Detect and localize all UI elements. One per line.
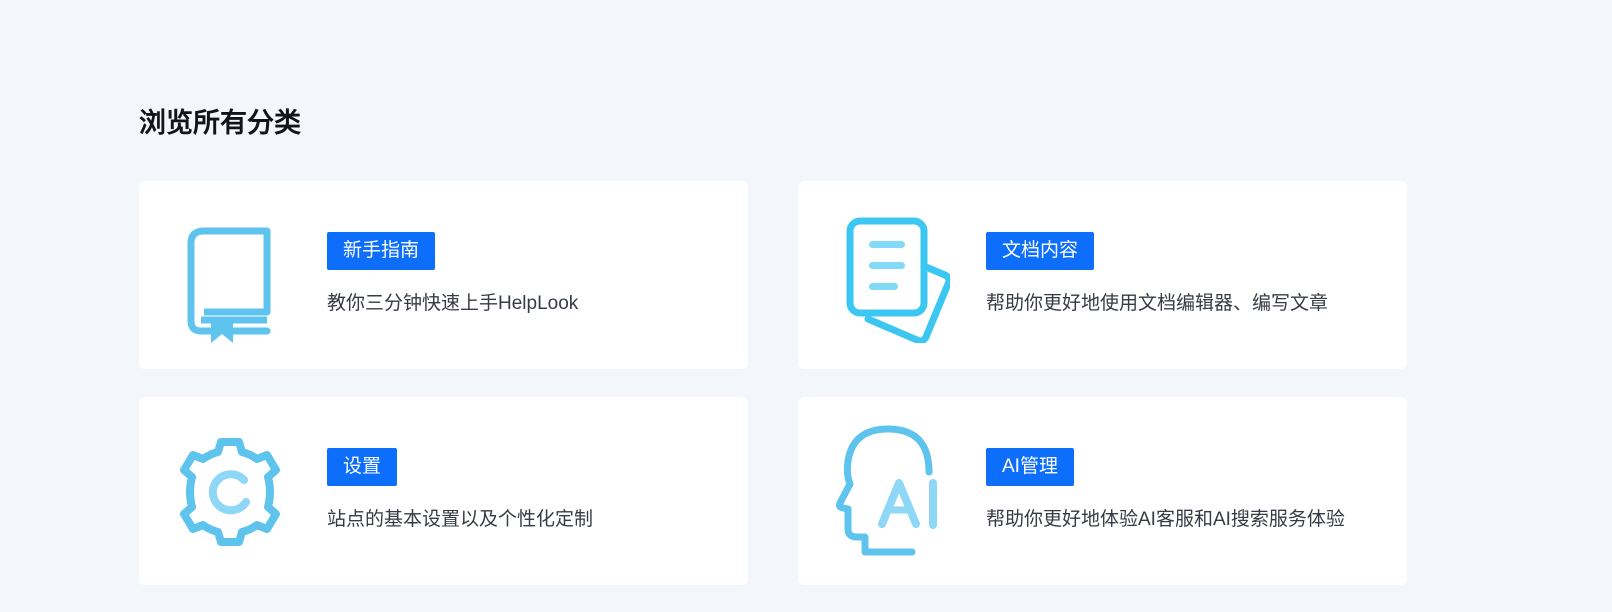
category-description: 帮助你更好地体验AI客服和AI搜索服务体验 — [986, 509, 1345, 530]
ai-head-icon — [830, 419, 950, 559]
category-card-document-content[interactable]: 文档内容 帮助你更好地使用文档编辑器、编写文章 — [798, 181, 1407, 369]
category-badge[interactable]: 文档内容 — [986, 232, 1095, 270]
category-card-beginner-guide[interactable]: 新手指南 教你三分钟快速上手HelpLook — [139, 181, 748, 369]
category-card-settings[interactable]: 设置 站点的基本设置以及个性化定制 — [139, 397, 748, 585]
category-badge[interactable]: 设置 — [327, 448, 398, 486]
book-icon — [171, 203, 291, 343]
category-grid: 新手指南 教你三分钟快速上手HelpLook 文档内容 帮助你更好地使用文档编辑… — [139, 181, 1407, 585]
gear-icon — [171, 419, 291, 559]
category-description: 帮助你更好地使用文档编辑器、编写文章 — [986, 293, 1329, 314]
category-description: 站点的基本设置以及个性化定制 — [327, 509, 594, 530]
category-description: 教你三分钟快速上手HelpLook — [327, 293, 579, 314]
page-title: 浏览所有分类 — [139, 108, 301, 138]
category-badge[interactable]: 新手指南 — [327, 232, 436, 270]
category-card-ai-management[interactable]: AI管理 帮助你更好地体验AI客服和AI搜索服务体验 — [798, 397, 1407, 585]
category-badge[interactable]: AI管理 — [986, 448, 1074, 486]
document-icon — [830, 203, 950, 343]
